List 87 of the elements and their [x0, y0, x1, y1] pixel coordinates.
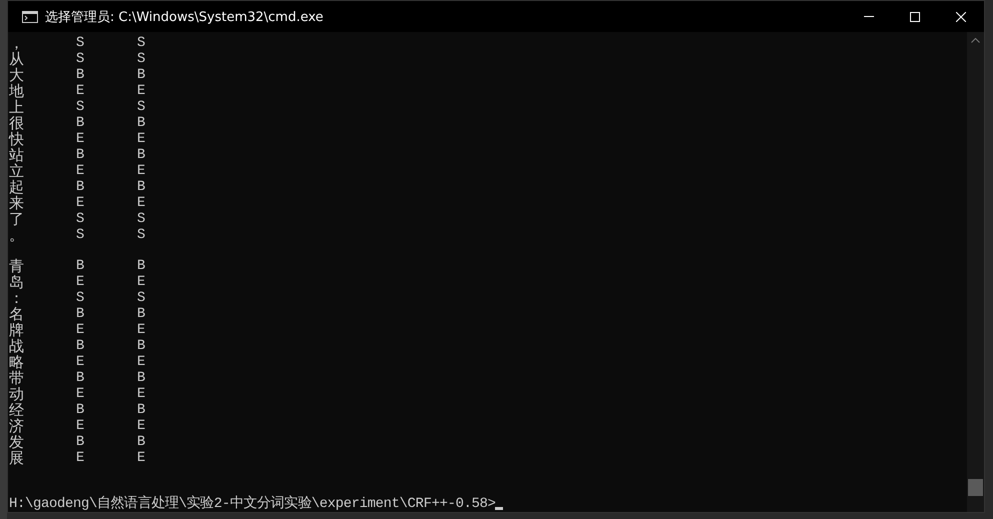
- tag-text: B: [137, 115, 146, 131]
- tag-text: E: [137, 322, 146, 338]
- tag-text: S: [76, 35, 86, 51]
- tag-text: B: [76, 115, 86, 131]
- tag-text: E: [76, 195, 86, 211]
- token-text: 快: [9, 131, 25, 147]
- tag-text: S: [137, 35, 146, 51]
- token-text: 青: [9, 258, 25, 274]
- token-text: 很: [9, 115, 25, 131]
- tag-text: S: [137, 211, 146, 227]
- tag-text: E: [137, 354, 146, 370]
- token-text: 起: [9, 179, 25, 195]
- token-text: 站: [9, 147, 25, 163]
- token-text: 略: [9, 354, 25, 370]
- tag-text: B: [76, 434, 86, 450]
- tag-text: B: [76, 370, 86, 386]
- token-text: 济: [9, 418, 25, 434]
- tag-text: B: [76, 338, 86, 354]
- tag-text: E: [137, 274, 146, 290]
- maximize-icon: [910, 12, 920, 22]
- tag-text: B: [76, 67, 86, 83]
- tag-text: B: [76, 306, 86, 322]
- tag-text: B: [76, 147, 86, 163]
- minimize-icon: [864, 16, 874, 17]
- tag-text: E: [137, 131, 146, 147]
- tag-text: E: [137, 83, 146, 99]
- tag-text: S: [76, 51, 86, 67]
- tag-text: S: [76, 99, 86, 115]
- tag-text: E: [76, 322, 86, 338]
- token-text: 大: [9, 67, 25, 83]
- token-text: 从: [9, 51, 25, 67]
- token-text: 牌: [9, 322, 25, 338]
- tag-text: B: [137, 338, 146, 354]
- tag-text: E: [76, 131, 86, 147]
- tag-text: E: [76, 418, 86, 434]
- tag-text: E: [137, 450, 146, 466]
- tag-text: B: [76, 179, 86, 195]
- tag-text: E: [137, 195, 146, 211]
- tag-text: B: [76, 258, 86, 274]
- tag-text: E: [76, 386, 86, 402]
- command-prompt: H:\gaodeng\自然语言处理\实验2-中文分词实验\experiment\CRF++-0.58>: [9, 496, 496, 512]
- tag-text: S: [76, 227, 86, 243]
- tag-text: E: [76, 163, 86, 179]
- tag-text: E: [137, 386, 146, 402]
- tag-text: E: [76, 83, 86, 99]
- tag-text: B: [137, 147, 146, 163]
- tag-text: S: [76, 290, 86, 306]
- tag-text: S: [76, 211, 86, 227]
- scroll-up-icon[interactable]: [971, 38, 980, 43]
- tag-text: S: [137, 51, 146, 67]
- scrollbar-thumb[interactable]: [968, 479, 983, 496]
- tag-text: B: [137, 179, 146, 195]
- tag-text: E: [76, 354, 86, 370]
- scrollbar[interactable]: [967, 32, 984, 512]
- tag-text: B: [137, 67, 146, 83]
- token-text: 上: [9, 99, 25, 115]
- token-text: 立: [9, 163, 25, 179]
- tag-text: B: [137, 370, 146, 386]
- tag-text: E: [137, 418, 146, 434]
- token-text: 经: [9, 402, 25, 418]
- token-text: 名: [9, 306, 25, 322]
- tag-text: E: [76, 274, 86, 290]
- token-text: 。: [9, 227, 25, 243]
- token-text: 岛: [9, 274, 25, 290]
- token-text: 了: [9, 211, 25, 227]
- tag-text: B: [137, 306, 146, 322]
- tag-text: B: [137, 434, 146, 450]
- tag-text: B: [137, 402, 146, 418]
- close-icon: [956, 12, 966, 22]
- tag-text: E: [76, 450, 86, 466]
- token-text: ：: [9, 290, 25, 306]
- tag-text: B: [76, 402, 86, 418]
- token-text: 展: [9, 450, 25, 466]
- tag-text: S: [137, 227, 146, 243]
- token-text: ，: [9, 35, 25, 51]
- tag-text: S: [137, 290, 146, 306]
- token-text: 带: [9, 370, 25, 386]
- tag-text: E: [137, 163, 146, 179]
- token-text: 战: [9, 338, 25, 354]
- tag-text: S: [137, 99, 146, 115]
- window-title: 选择管理员: C:\Windows\System32\cmd.exe: [45, 8, 324, 26]
- token-text: 发: [9, 434, 25, 450]
- token-text: 来: [9, 195, 25, 211]
- token-text: 地: [9, 83, 25, 99]
- tag-text: B: [137, 258, 146, 274]
- console-icon: [22, 10, 38, 22]
- token-text: 动: [9, 386, 25, 402]
